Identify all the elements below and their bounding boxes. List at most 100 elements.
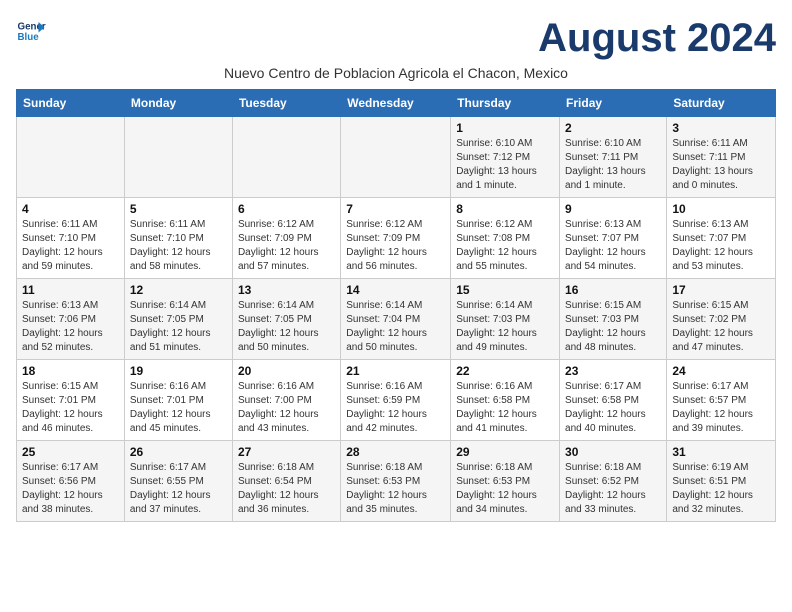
calendar-cell: 8Sunrise: 6:12 AMSunset: 7:08 PMDaylight…	[451, 198, 560, 279]
calendar-cell: 14Sunrise: 6:14 AMSunset: 7:04 PMDayligh…	[341, 279, 451, 360]
calendar-cell: 4Sunrise: 6:11 AMSunset: 7:10 PMDaylight…	[17, 198, 125, 279]
day-info: Sunrise: 6:11 AMSunset: 7:10 PMDaylight:…	[130, 218, 227, 274]
month-title: August 2024	[538, 16, 776, 61]
day-of-week-header: Friday	[560, 90, 667, 117]
day-of-week-header: Sunday	[17, 90, 125, 117]
day-number: 16	[565, 283, 661, 297]
day-info: Sunrise: 6:13 AMSunset: 7:07 PMDaylight:…	[565, 218, 661, 274]
calendar-cell: 9 Sunrise: 6:13 AMSunset: 7:07 PMDaylight…	[560, 198, 667, 279]
day-number: 5	[130, 202, 227, 216]
day-number: 20	[238, 364, 335, 378]
day-info: Sunrise: 6:16 AMSunset: 7:00 PMDaylight:…	[238, 380, 335, 436]
day-number: 17	[672, 283, 770, 297]
day-number: 13	[238, 283, 335, 297]
day-number: 22	[456, 364, 554, 378]
day-of-week-header: Tuesday	[232, 90, 340, 117]
calendar-cell: 6Sunrise: 6:12 AMSunset: 7:09 PMDaylight…	[232, 198, 340, 279]
calendar-cell: 10Sunrise: 6:13 AMSunset: 7:07 PMDayligh…	[667, 198, 776, 279]
day-number: 21	[346, 364, 445, 378]
calendar-cell: 23Sunrise: 6:17 AMSunset: 6:58 PMDayligh…	[560, 360, 667, 441]
day-number: 7	[346, 202, 445, 216]
calendar-cell: 3Sunrise: 6:11 AMSunset: 7:11 PMDaylight…	[667, 117, 776, 198]
day-info: Sunrise: 6:14 AMSunset: 7:03 PMDaylight:…	[456, 299, 554, 355]
calendar-cell	[232, 117, 340, 198]
day-of-week-header: Wednesday	[341, 90, 451, 117]
day-info: Sunrise: 6:16 AMSunset: 7:01 PMDaylight:…	[130, 380, 227, 436]
day-info: Sunrise: 6:15 AMSunset: 7:01 PMDaylight:…	[22, 380, 119, 436]
calendar-cell: 15Sunrise: 6:14 AMSunset: 7:03 PMDayligh…	[451, 279, 560, 360]
calendar-cell: 2 Sunrise: 6:10 AMSunset: 7:11 PMDaylight…	[560, 117, 667, 198]
calendar-cell	[17, 117, 125, 198]
day-info: Sunrise: 6:10 AMSunset: 7:11 PMDaylight:…	[565, 137, 661, 193]
day-info: Sunrise: 6:18 AMSunset: 6:52 PMDaylight:…	[565, 461, 661, 517]
day-number: 3	[672, 121, 770, 135]
calendar-cell	[124, 117, 232, 198]
calendar-table: SundayMondayTuesdayWednesdayThursdayFrid…	[16, 89, 776, 522]
day-number: 30	[565, 445, 661, 459]
calendar-cell: 7Sunrise: 6:12 AMSunset: 7:09 PMDaylight…	[341, 198, 451, 279]
page-header: General Blue August 2024	[16, 16, 776, 61]
calendar-cell: 27 Sunrise: 6:18 AMSunset: 6:54 PMDayligh…	[232, 441, 340, 522]
calendar-cell: 17 Sunrise: 6:15 AMSunset: 7:02 PMDayligh…	[667, 279, 776, 360]
calendar-cell: 11 Sunrise: 6:13 AMSunset: 7:06 PMDayligh…	[17, 279, 125, 360]
day-info: Sunrise: 6:17 AMSunset: 6:57 PMDaylight:…	[672, 380, 770, 436]
calendar-cell	[341, 117, 451, 198]
day-info: Sunrise: 6:15 AMSunset: 7:03 PMDaylight:…	[565, 299, 661, 355]
day-of-week-header: Saturday	[667, 90, 776, 117]
day-number: 26	[130, 445, 227, 459]
calendar-cell: 24 Sunrise: 6:17 AMSunset: 6:57 PMDayligh…	[667, 360, 776, 441]
day-info: Sunrise: 6:18 AMSunset: 6:53 PMDaylight:…	[346, 461, 445, 517]
calendar-cell: 12 Sunrise: 6:14 AMSunset: 7:05 PMDayligh…	[124, 279, 232, 360]
calendar-week-row: 11 Sunrise: 6:13 AMSunset: 7:06 PMDayligh…	[17, 279, 776, 360]
day-number: 18	[22, 364, 119, 378]
day-number: 2	[565, 121, 661, 135]
day-info: Sunrise: 6:18 AMSunset: 6:53 PMDaylight:…	[456, 461, 554, 517]
day-info: Sunrise: 6:17 AMSunset: 6:56 PMDaylight:…	[22, 461, 119, 517]
calendar-subtitle: Nuevo Centro de Poblacion Agricola el Ch…	[16, 65, 776, 81]
day-info: Sunrise: 6:13 AMSunset: 7:06 PMDaylight:…	[22, 299, 119, 355]
calendar-cell: 5 Sunrise: 6:11 AMSunset: 7:10 PMDaylight…	[124, 198, 232, 279]
day-info: Sunrise: 6:19 AMSunset: 6:51 PMDaylight:…	[672, 461, 770, 517]
day-of-week-header: Monday	[124, 90, 232, 117]
calendar-cell: 20 Sunrise: 6:16 AMSunset: 7:00 PMDayligh…	[232, 360, 340, 441]
day-info: Sunrise: 6:14 AMSunset: 7:05 PMDaylight:…	[130, 299, 227, 355]
calendar-week-row: 18 Sunrise: 6:15 AMSunset: 7:01 PMDayligh…	[17, 360, 776, 441]
day-info: Sunrise: 6:15 AMSunset: 7:02 PMDaylight:…	[672, 299, 770, 355]
day-number: 19	[130, 364, 227, 378]
day-number: 25	[22, 445, 119, 459]
logo-icon: General Blue	[16, 16, 46, 46]
day-number: 24	[672, 364, 770, 378]
calendar-cell: 1 Sunrise: 6:10 AMSunset: 7:12 PMDaylight…	[451, 117, 560, 198]
day-info: Sunrise: 6:17 AMSunset: 6:58 PMDaylight:…	[565, 380, 661, 436]
calendar-cell: 13 Sunrise: 6:14 AMSunset: 7:05 PMDayligh…	[232, 279, 340, 360]
day-of-week-header: Thursday	[451, 90, 560, 117]
day-info: Sunrise: 6:14 AMSunset: 7:04 PMDaylight:…	[346, 299, 445, 355]
svg-text:Blue: Blue	[18, 32, 40, 43]
day-info: Sunrise: 6:13 AMSunset: 7:07 PMDaylight:…	[672, 218, 770, 274]
calendar-cell: 18 Sunrise: 6:15 AMSunset: 7:01 PMDayligh…	[17, 360, 125, 441]
day-number: 29	[456, 445, 554, 459]
day-number: 6	[238, 202, 335, 216]
day-info: Sunrise: 6:14 AMSunset: 7:05 PMDaylight:…	[238, 299, 335, 355]
calendar-cell: 25 Sunrise: 6:17 AMSunset: 6:56 PMDayligh…	[17, 441, 125, 522]
day-number: 28	[346, 445, 445, 459]
day-number: 11	[22, 283, 119, 297]
calendar-cell: 21 Sunrise: 6:16 AMSunset: 6:59 PMDayligh…	[341, 360, 451, 441]
day-info: Sunrise: 6:10 AMSunset: 7:12 PMDaylight:…	[456, 137, 554, 193]
day-info: Sunrise: 6:16 AMSunset: 6:59 PMDaylight:…	[346, 380, 445, 436]
calendar-cell: 16 Sunrise: 6:15 AMSunset: 7:03 PMDayligh…	[560, 279, 667, 360]
calendar-cell: 30 Sunrise: 6:18 AMSunset: 6:52 PMDayligh…	[560, 441, 667, 522]
calendar-cell: 28 Sunrise: 6:18 AMSunset: 6:53 PMDayligh…	[341, 441, 451, 522]
day-info: Sunrise: 6:18 AMSunset: 6:54 PMDaylight:…	[238, 461, 335, 517]
logo: General Blue	[16, 16, 46, 46]
day-number: 9	[565, 202, 661, 216]
day-number: 27	[238, 445, 335, 459]
day-info: Sunrise: 6:12 AMSunset: 7:08 PMDaylight:…	[456, 218, 554, 274]
day-info: Sunrise: 6:11 AMSunset: 7:10 PMDaylight:…	[22, 218, 119, 274]
day-number: 1	[456, 121, 554, 135]
calendar-cell: 26Sunrise: 6:17 AMSunset: 6:55 PMDayligh…	[124, 441, 232, 522]
calendar-cell: 19 Sunrise: 6:16 AMSunset: 7:01 PMDayligh…	[124, 360, 232, 441]
day-number: 31	[672, 445, 770, 459]
calendar-week-row: 4Sunrise: 6:11 AMSunset: 7:10 PMDaylight…	[17, 198, 776, 279]
day-number: 12	[130, 283, 227, 297]
